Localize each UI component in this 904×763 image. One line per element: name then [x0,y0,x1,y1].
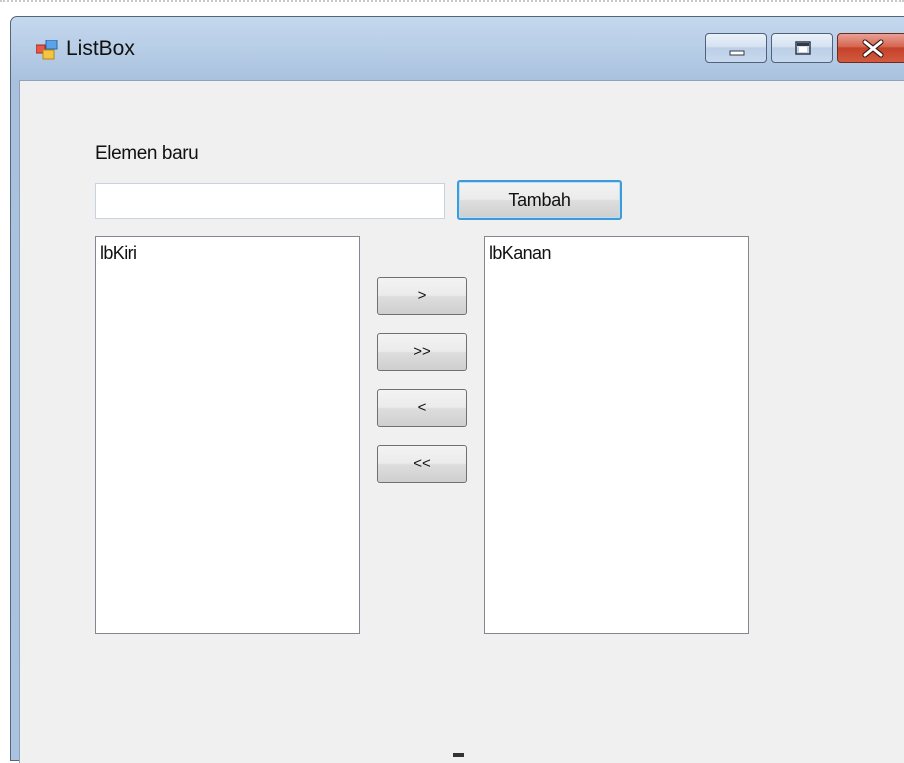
desktop: ListBox Elemen baru Tambah lbKiri > >> <… [0,0,904,763]
move-all-right-button[interactable]: >> [377,333,467,371]
listbox-window: ListBox Elemen baru Tambah lbKiri > >> <… [10,16,904,763]
list-item[interactable]: lbKanan [489,243,551,264]
new-element-input[interactable] [95,183,445,219]
window-title: ListBox [66,37,135,60]
windows-form-icon [35,39,58,60]
resize-grip-mark [453,753,464,757]
minimize-button[interactable] [705,33,767,63]
move-left-button[interactable]: < [377,389,467,427]
move-right-button[interactable]: > [377,277,467,315]
maximize-button[interactable] [771,33,833,63]
title-bar[interactable]: ListBox [11,17,904,79]
new-element-label: Elemen baru [95,143,199,164]
left-listbox[interactable]: lbKiri [95,236,360,634]
add-button[interactable]: Tambah [457,180,622,220]
right-listbox[interactable]: lbKanan [484,236,749,634]
minimize-icon [729,50,745,56]
close-button[interactable] [837,33,904,63]
list-item[interactable]: lbKiri [100,243,137,264]
form-client-area: Elemen baru Tambah lbKiri > >> < << lbKa… [19,80,904,763]
close-icon [862,39,884,58]
maximize-icon [795,41,811,55]
move-all-left-button[interactable]: << [377,445,467,483]
